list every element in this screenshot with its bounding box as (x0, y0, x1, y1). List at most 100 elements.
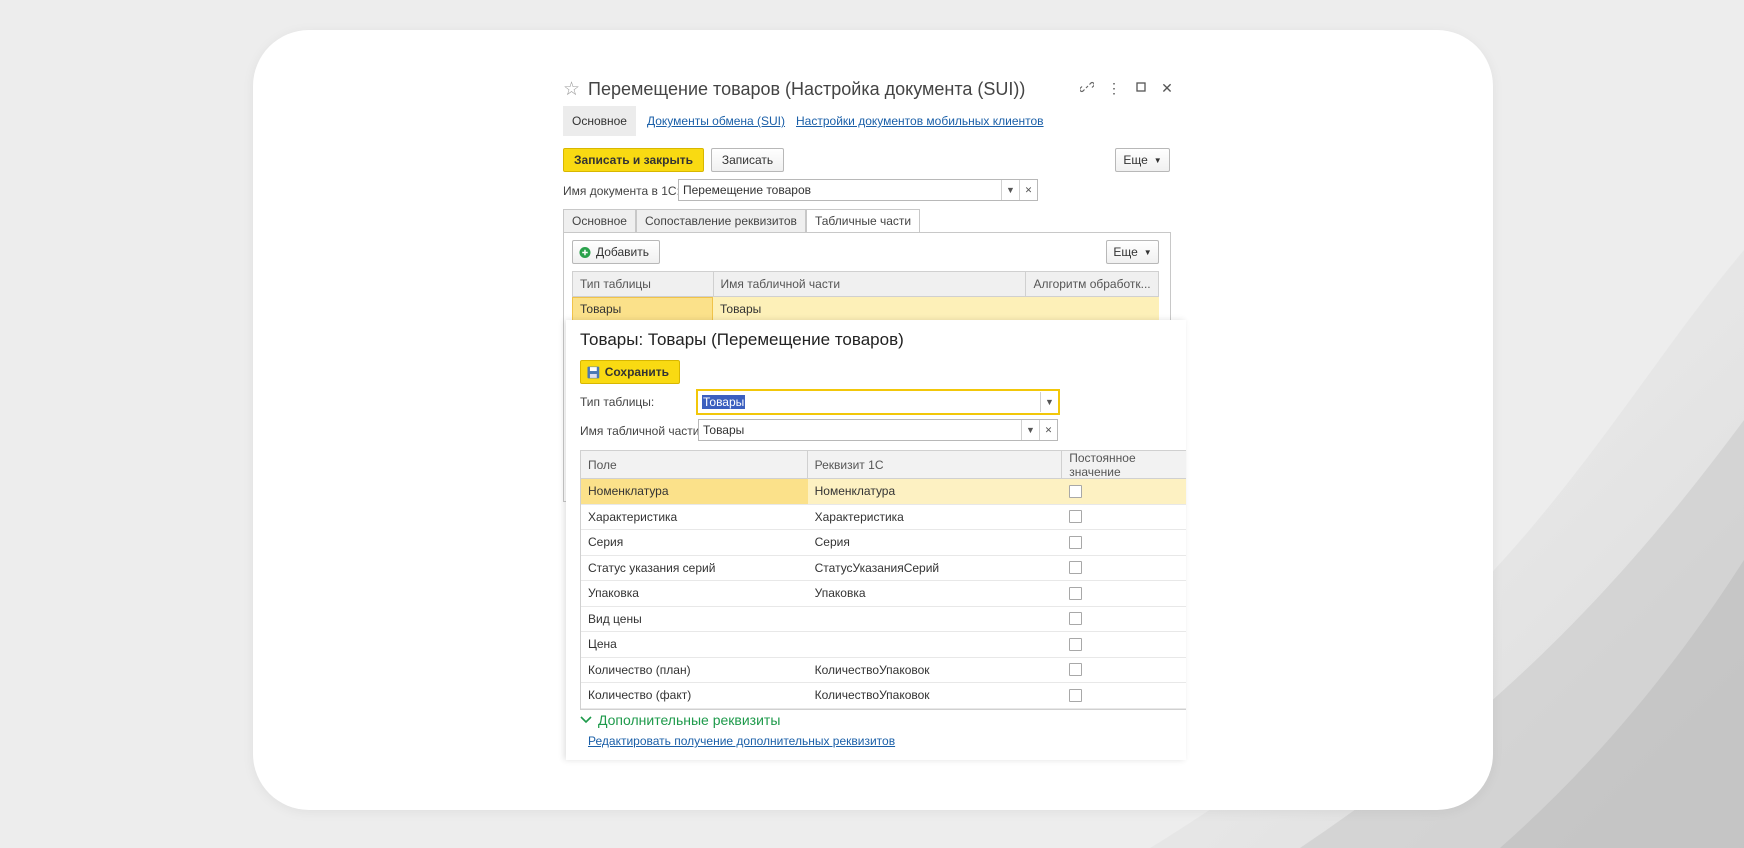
cell-field[interactable]: Количество (план) (581, 658, 808, 683)
cell-table-type[interactable]: Товары (572, 297, 713, 321)
table-row[interactable]: Товары Товары (572, 297, 1159, 321)
table-row[interactable]: Вид цены (581, 607, 1186, 632)
cell-1c-attribute[interactable] (808, 607, 1063, 632)
cell-1c-attribute[interactable]: Номенклатура (808, 479, 1063, 504)
table-part-dialog: Товары: Товары (Перемещение товаров) Сох… (566, 320, 1186, 760)
constant-value-checkbox[interactable] (1069, 586, 1083, 600)
cell-field[interactable]: Серия (581, 530, 808, 555)
cell-1c-attribute[interactable]: Упаковка (808, 581, 1063, 606)
col-1c-attribute[interactable]: Реквизит 1С (808, 451, 1063, 478)
dropdown-icon[interactable]: ▼ (1040, 392, 1058, 412)
cell-1c-attribute[interactable]: Серия (808, 530, 1063, 555)
mapping-grid-header: Поле Реквизит 1С Постоянное значение (581, 451, 1186, 479)
cell-constant-value (1062, 658, 1186, 683)
constant-value-checkbox[interactable] (1069, 612, 1083, 626)
constant-value-checkbox[interactable] (1069, 688, 1083, 702)
cell-field[interactable]: Упаковка (581, 581, 808, 606)
col-table-type[interactable]: Тип таблицы (573, 272, 714, 296)
clear-icon[interactable]: ✕ (1039, 420, 1057, 440)
floppy-disk-icon (587, 366, 600, 378)
constant-value-checkbox[interactable] (1069, 484, 1083, 498)
cell-1c-attribute[interactable]: СтатусУказанияСерий (808, 556, 1063, 581)
dropdown-icon[interactable]: ▼ (1021, 420, 1039, 440)
cell-constant-value (1062, 505, 1186, 530)
constant-value-checkbox[interactable] (1069, 663, 1083, 677)
col-algorithm[interactable]: Алгоритм обработк... (1026, 272, 1158, 296)
table-part-label: Имя табличной части: (580, 424, 703, 438)
constant-value-checkbox[interactable] (1069, 637, 1083, 651)
more-icon[interactable]: ⋮ (1105, 80, 1123, 98)
doc-name-label: Имя документа в 1С: (563, 184, 680, 198)
cell-table-part-name[interactable]: Товары (713, 297, 1027, 321)
cell-1c-attribute[interactable] (808, 632, 1063, 657)
mapping-grid: Поле Реквизит 1С Постоянное значение Ном… (580, 450, 1186, 710)
window-title: ☆ Перемещение товаров (Настройка докумен… (563, 78, 1025, 101)
constant-value-checkbox[interactable] (1069, 561, 1083, 575)
more-button-label: Еще (1123, 153, 1148, 167)
cell-field[interactable]: Вид цены (581, 607, 808, 632)
table-parts-header: Тип таблицы Имя табличной части Алгоритм… (572, 271, 1159, 297)
table-part-value: Товары (703, 423, 745, 437)
table-row[interactable]: Серия Серия (581, 530, 1186, 556)
chevron-down-icon: ▼ (1153, 155, 1162, 165)
cell-algorithm[interactable] (1027, 297, 1159, 321)
cell-field[interactable]: Статус указания серий (581, 556, 808, 581)
table-type-label: Тип таблицы: (580, 395, 655, 409)
table-row[interactable]: Количество (план) КоличествоУпаковок (581, 658, 1186, 683)
cell-constant-value (1062, 530, 1186, 555)
cell-1c-attribute[interactable]: КоличествоУпаковок (808, 658, 1063, 683)
tab-table-parts[interactable]: Табличные части (805, 209, 921, 233)
dropdown-icon[interactable]: ▼ (1001, 180, 1019, 200)
cell-constant-value (1062, 683, 1186, 708)
top-tabs: Основное Документы обмена (SUI) Настройк… (563, 106, 1044, 136)
col-table-part-name[interactable]: Имя табличной части (714, 272, 1027, 296)
close-icon[interactable]: ✕ (1158, 80, 1176, 98)
doc-name-value: Перемещение товаров (683, 183, 811, 197)
additional-attributes-title: Дополнительные реквизиты (598, 712, 781, 728)
panel-more-label: Еще (1113, 245, 1138, 259)
panel-more-button[interactable]: Еще ▼ (1106, 240, 1159, 264)
cell-1c-attribute[interactable]: КоличествоУпаковок (808, 683, 1063, 708)
add-button-label: Добавить (595, 245, 649, 259)
table-row[interactable]: Упаковка Упаковка (581, 581, 1186, 607)
mapping-grid-body: Номенклатура Номенклатура Характеристика Ха… (581, 479, 1186, 709)
tab-basic[interactable]: Основное (563, 209, 636, 233)
table-row[interactable]: Характеристика Характеристика (581, 505, 1186, 530)
cell-field[interactable]: Количество (факт) (581, 683, 808, 708)
table-type-value: Товары (702, 395, 746, 409)
col-constant-value[interactable]: Постоянное значение (1062, 451, 1186, 479)
dialog-save-button[interactable]: Сохранить (580, 360, 680, 384)
save-button[interactable]: Записать (711, 148, 784, 172)
doc-name-field[interactable]: Перемещение товаров ▼ ✕ (678, 179, 1038, 201)
maximize-icon[interactable] (1132, 80, 1150, 98)
table-row[interactable]: Номенклатура Номенклатура (581, 479, 1186, 505)
constant-value-checkbox[interactable] (1069, 535, 1083, 549)
cell-constant-value (1062, 607, 1186, 632)
favorite-star-icon[interactable]: ☆ (563, 78, 580, 101)
tab-mobile-settings[interactable]: Настройки документов мобильных клиентов (796, 114, 1044, 128)
table-type-field[interactable]: Товары ▼ (696, 389, 1060, 415)
cell-field[interactable]: Номенклатура (581, 479, 808, 504)
cell-field[interactable]: Цена (581, 632, 808, 657)
table-part-field[interactable]: Товары ▼ ✕ (698, 419, 1058, 441)
tab-attribute-mapping[interactable]: Сопоставление реквизитов (635, 209, 806, 233)
more-button[interactable]: Еще ▼ (1115, 148, 1170, 172)
cell-field[interactable]: Характеристика (581, 505, 808, 530)
col-field[interactable]: Поле (581, 451, 808, 478)
table-row[interactable]: Цена (581, 632, 1186, 658)
cell-constant-value (1062, 556, 1186, 581)
constant-value-checkbox[interactable] (1069, 510, 1083, 524)
save-and-close-button[interactable]: Записать и закрыть (563, 148, 704, 172)
additional-attributes-expander[interactable]: Дополнительные реквизиты (580, 712, 780, 728)
link-icon[interactable] (1078, 80, 1096, 98)
edit-additional-attributes-link[interactable]: Редактировать получение дополнительных р… (588, 734, 895, 748)
add-button[interactable]: Добавить (572, 240, 660, 264)
tab-main[interactable]: Основное (563, 106, 636, 136)
cell-constant-value (1062, 479, 1186, 504)
cell-constant-value (1062, 632, 1186, 657)
cell-1c-attribute[interactable]: Характеристика (808, 505, 1063, 530)
tab-exchange-documents[interactable]: Документы обмена (SUI) (647, 114, 785, 128)
table-row[interactable]: Статус указания серий СтатусУказанияСерий (581, 556, 1186, 581)
table-row[interactable]: Количество (факт) КоличествоУпаковок (581, 683, 1186, 709)
clear-icon[interactable]: ✕ (1019, 180, 1037, 200)
